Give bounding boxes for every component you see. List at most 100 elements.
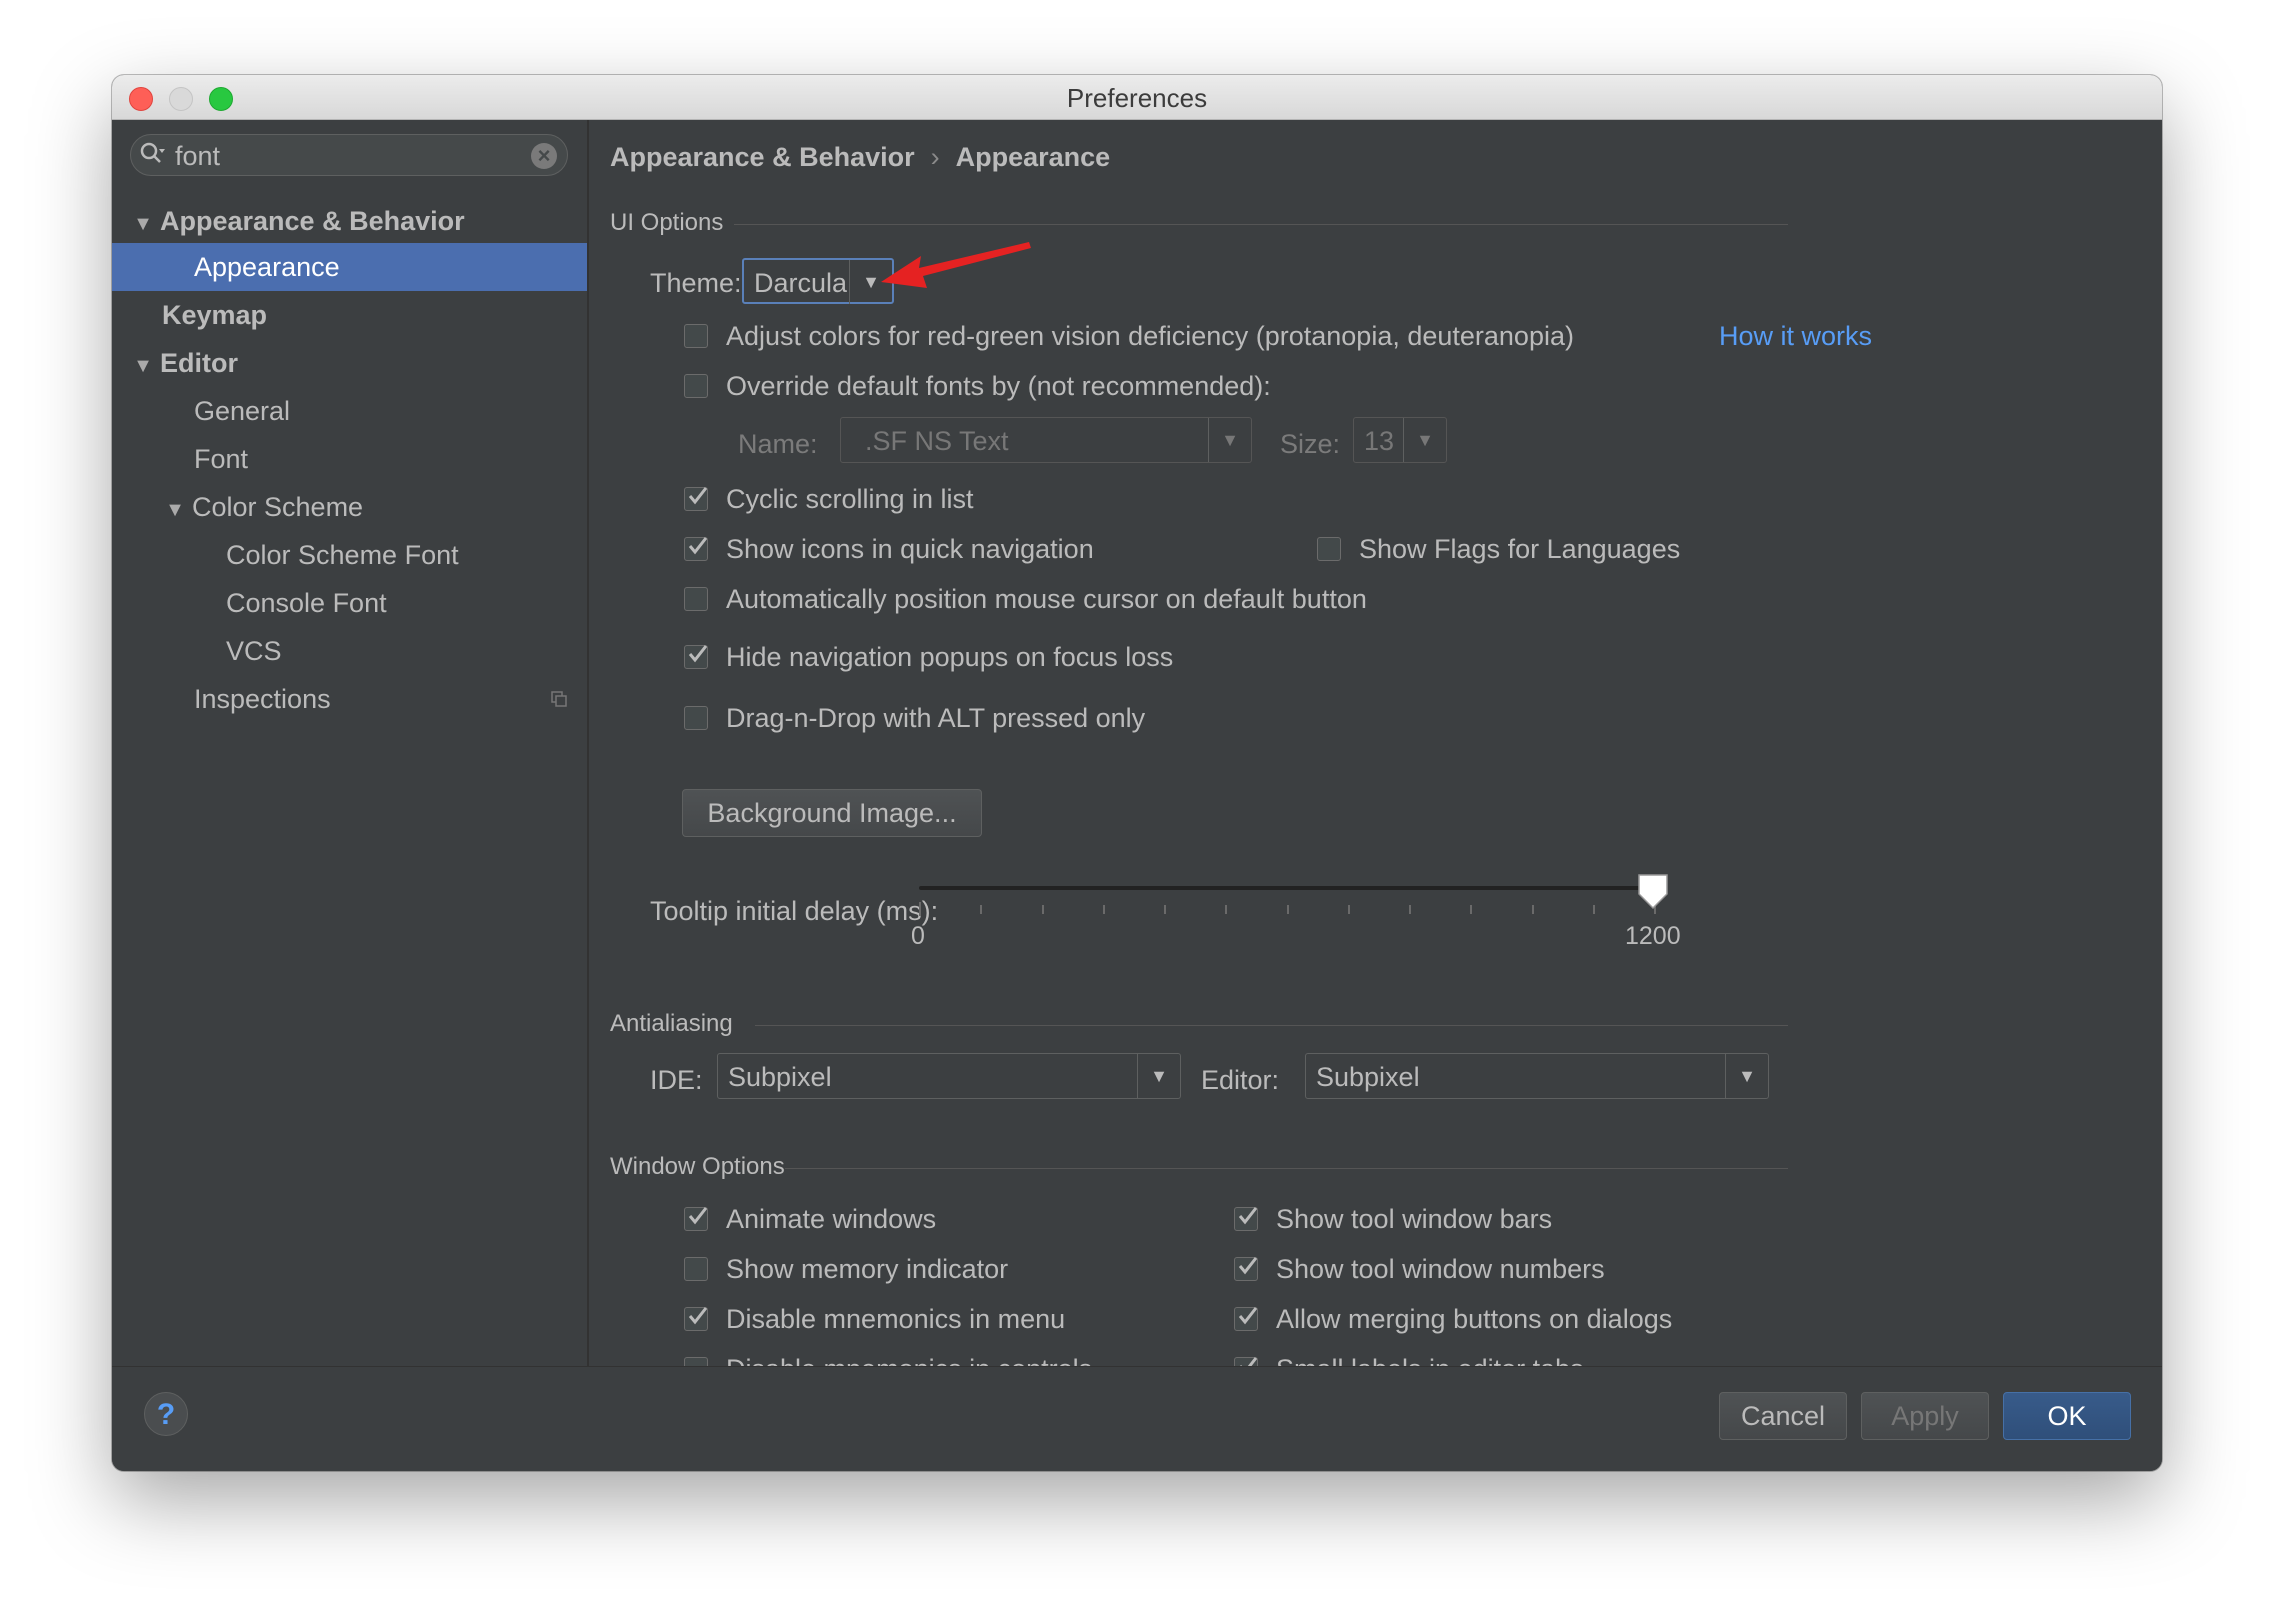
search-input[interactable]: font xyxy=(175,141,220,172)
tree-item-font[interactable]: Font xyxy=(112,435,587,483)
tooltip-slider-track[interactable] xyxy=(919,886,1654,890)
settings-content: Appearance & Behavior › Appearance UI Opti… xyxy=(589,120,2162,1384)
slider-tick xyxy=(1042,905,1044,914)
override-fonts-checkbox[interactable] xyxy=(684,374,708,398)
slider-tick xyxy=(1103,905,1105,914)
breadcrumb-separator-icon: › xyxy=(930,142,940,172)
slider-tick xyxy=(1348,905,1350,914)
window-options-divider xyxy=(785,1168,1788,1169)
chevron-down-icon[interactable]: ▼ xyxy=(1403,418,1446,462)
chevron-down-icon[interactable]: ▼ xyxy=(1208,418,1251,462)
tree-item-console-font[interactable]: Console Font xyxy=(112,579,587,627)
show-flags-label: Show Flags for Languages xyxy=(1359,534,1681,564)
tree-item-vcs[interactable]: VCS xyxy=(112,627,587,675)
tooltip-delay-label: Tooltip initial delay (ms): xyxy=(650,896,939,926)
tree-item-appearance[interactable]: Appearance xyxy=(112,243,587,291)
slider-tick xyxy=(1470,905,1472,914)
checkmark-icon xyxy=(1238,1207,1258,1225)
tree-item-color-scheme-font[interactable]: Color Scheme Font xyxy=(112,531,587,579)
override-fonts-label: Override default fonts by (not recommend… xyxy=(726,371,1271,401)
font-size-combo[interactable]: 13 ▼ xyxy=(1353,417,1447,463)
show-tool-numbers-checkbox[interactable] xyxy=(1234,1257,1258,1281)
tooltip-max-label: 1200 xyxy=(1625,922,1681,950)
chevron-down-icon[interactable]: ▼ xyxy=(1725,1054,1768,1098)
theme-combo[interactable]: Darcula ▼ xyxy=(742,258,894,304)
cyclic-scrolling-label: Cyclic scrolling in list xyxy=(726,484,974,514)
settings-sidebar: font × ▼ Appearance & Behavior Appearance… xyxy=(112,120,589,1366)
project-settings-icon xyxy=(551,691,567,707)
checkmark-icon xyxy=(1238,1257,1258,1275)
checkmark-icon xyxy=(688,487,708,505)
disable-mnemonics-menu-label: Disable mnemonics in menu xyxy=(726,1304,1066,1334)
preferences-window: Preferences font × ▼ Appearance & Behavio… xyxy=(112,75,2162,1471)
ok-button[interactable]: OK xyxy=(2003,1392,2131,1440)
show-icons-checkbox[interactable] xyxy=(684,537,708,561)
font-name-label: Name: xyxy=(738,429,818,459)
hide-popups-checkbox[interactable] xyxy=(684,645,708,669)
tree-item-general[interactable]: General xyxy=(112,387,587,435)
ui-options-title: UI Options xyxy=(610,209,724,236)
expanded-arrow-icon[interactable]: ▼ xyxy=(158,486,192,534)
tree-item-appearance-behavior[interactable]: ▼ Appearance & Behavior xyxy=(112,197,587,245)
slider-thumb-icon[interactable] xyxy=(1636,872,1670,912)
tree-item-editor[interactable]: ▼ Editor xyxy=(112,339,587,387)
cancel-button[interactable]: Cancel xyxy=(1719,1392,1847,1440)
allow-merging-checkbox[interactable] xyxy=(1234,1307,1258,1331)
how-it-works-link[interactable]: How it works xyxy=(1719,321,1872,352)
window-title: Preferences xyxy=(1066,83,1208,113)
background-image-button[interactable]: Background Image... xyxy=(682,789,982,837)
chevron-down-icon[interactable]: ▼ xyxy=(1137,1054,1180,1098)
show-tool-bars-checkbox[interactable] xyxy=(1234,1207,1258,1231)
breadcrumb-current: Appearance xyxy=(955,142,1111,172)
show-tool-bars-label: Show tool window bars xyxy=(1276,1204,1553,1234)
tree-item-label: General xyxy=(194,396,291,426)
search-icon[interactable] xyxy=(139,141,165,167)
editor-antialiasing-combo[interactable]: Subpixel ▼ xyxy=(1305,1053,1769,1099)
tree-item-label: Appearance & Behavior xyxy=(160,206,465,236)
tree-item-label: Keymap xyxy=(162,300,268,330)
checkmark-icon xyxy=(688,1307,708,1325)
slider-tick xyxy=(1409,905,1411,914)
hide-popups-label: Hide navigation popups on focus loss xyxy=(726,642,1174,672)
ide-antialiasing-combo[interactable]: Subpixel ▼ xyxy=(717,1053,1181,1099)
slider-tick xyxy=(980,905,982,914)
antialiasing-title: Antialiasing xyxy=(610,1010,733,1037)
auto-mouse-label: Automatically position mouse cursor on d… xyxy=(726,584,1367,614)
tooltip-min-label: 0 xyxy=(911,922,925,950)
dialog-footer: ? Cancel Apply OK xyxy=(112,1366,2162,1471)
expanded-arrow-icon[interactable]: ▼ xyxy=(126,342,160,390)
disable-mnemonics-menu-checkbox[interactable] xyxy=(684,1307,708,1331)
tree-item-keymap[interactable]: Keymap xyxy=(112,291,587,339)
drag-drop-checkbox[interactable] xyxy=(684,706,708,730)
slider-tick xyxy=(1225,905,1227,914)
slider-tick xyxy=(919,902,921,916)
font-name-combo[interactable]: .SF NS Text ▼ xyxy=(840,417,1252,463)
window-options-title: Window Options xyxy=(610,1153,785,1180)
show-flags-checkbox[interactable] xyxy=(1317,537,1341,561)
cyclic-scrolling-checkbox[interactable] xyxy=(684,487,708,511)
tree-item-label: Appearance xyxy=(194,252,340,282)
tree-item-label: Color Scheme xyxy=(192,492,364,522)
show-memory-checkbox[interactable] xyxy=(684,1257,708,1281)
tree-item-inspections[interactable]: Inspections xyxy=(112,675,587,723)
drag-drop-label: Drag-n-Drop with ALT pressed only xyxy=(726,703,1146,733)
help-icon[interactable]: ? xyxy=(144,1392,188,1436)
expanded-arrow-icon[interactable]: ▼ xyxy=(126,200,160,248)
tree-item-color-scheme[interactable]: ▼ Color Scheme xyxy=(112,483,587,531)
checkmark-icon xyxy=(1238,1307,1258,1325)
slider-tick xyxy=(1164,905,1166,914)
apply-button[interactable]: Apply xyxy=(1861,1392,1989,1440)
tree-item-label: Editor xyxy=(160,348,238,378)
adjust-colors-checkbox[interactable] xyxy=(684,324,708,348)
ide-antialiasing-label: IDE: xyxy=(650,1065,703,1095)
clear-search-icon[interactable]: × xyxy=(531,143,557,169)
search-field[interactable]: font × xyxy=(130,134,568,176)
slider-tick xyxy=(1593,905,1595,914)
adjust-colors-label: Adjust colors for red-green vision defic… xyxy=(726,321,1574,351)
slider-tick xyxy=(1532,905,1534,914)
show-tool-numbers-label: Show tool window numbers xyxy=(1276,1254,1605,1284)
animate-windows-checkbox[interactable] xyxy=(684,1207,708,1231)
checkmark-icon xyxy=(688,537,708,555)
tree-item-label: Font xyxy=(194,444,249,474)
auto-mouse-checkbox[interactable] xyxy=(684,587,708,611)
